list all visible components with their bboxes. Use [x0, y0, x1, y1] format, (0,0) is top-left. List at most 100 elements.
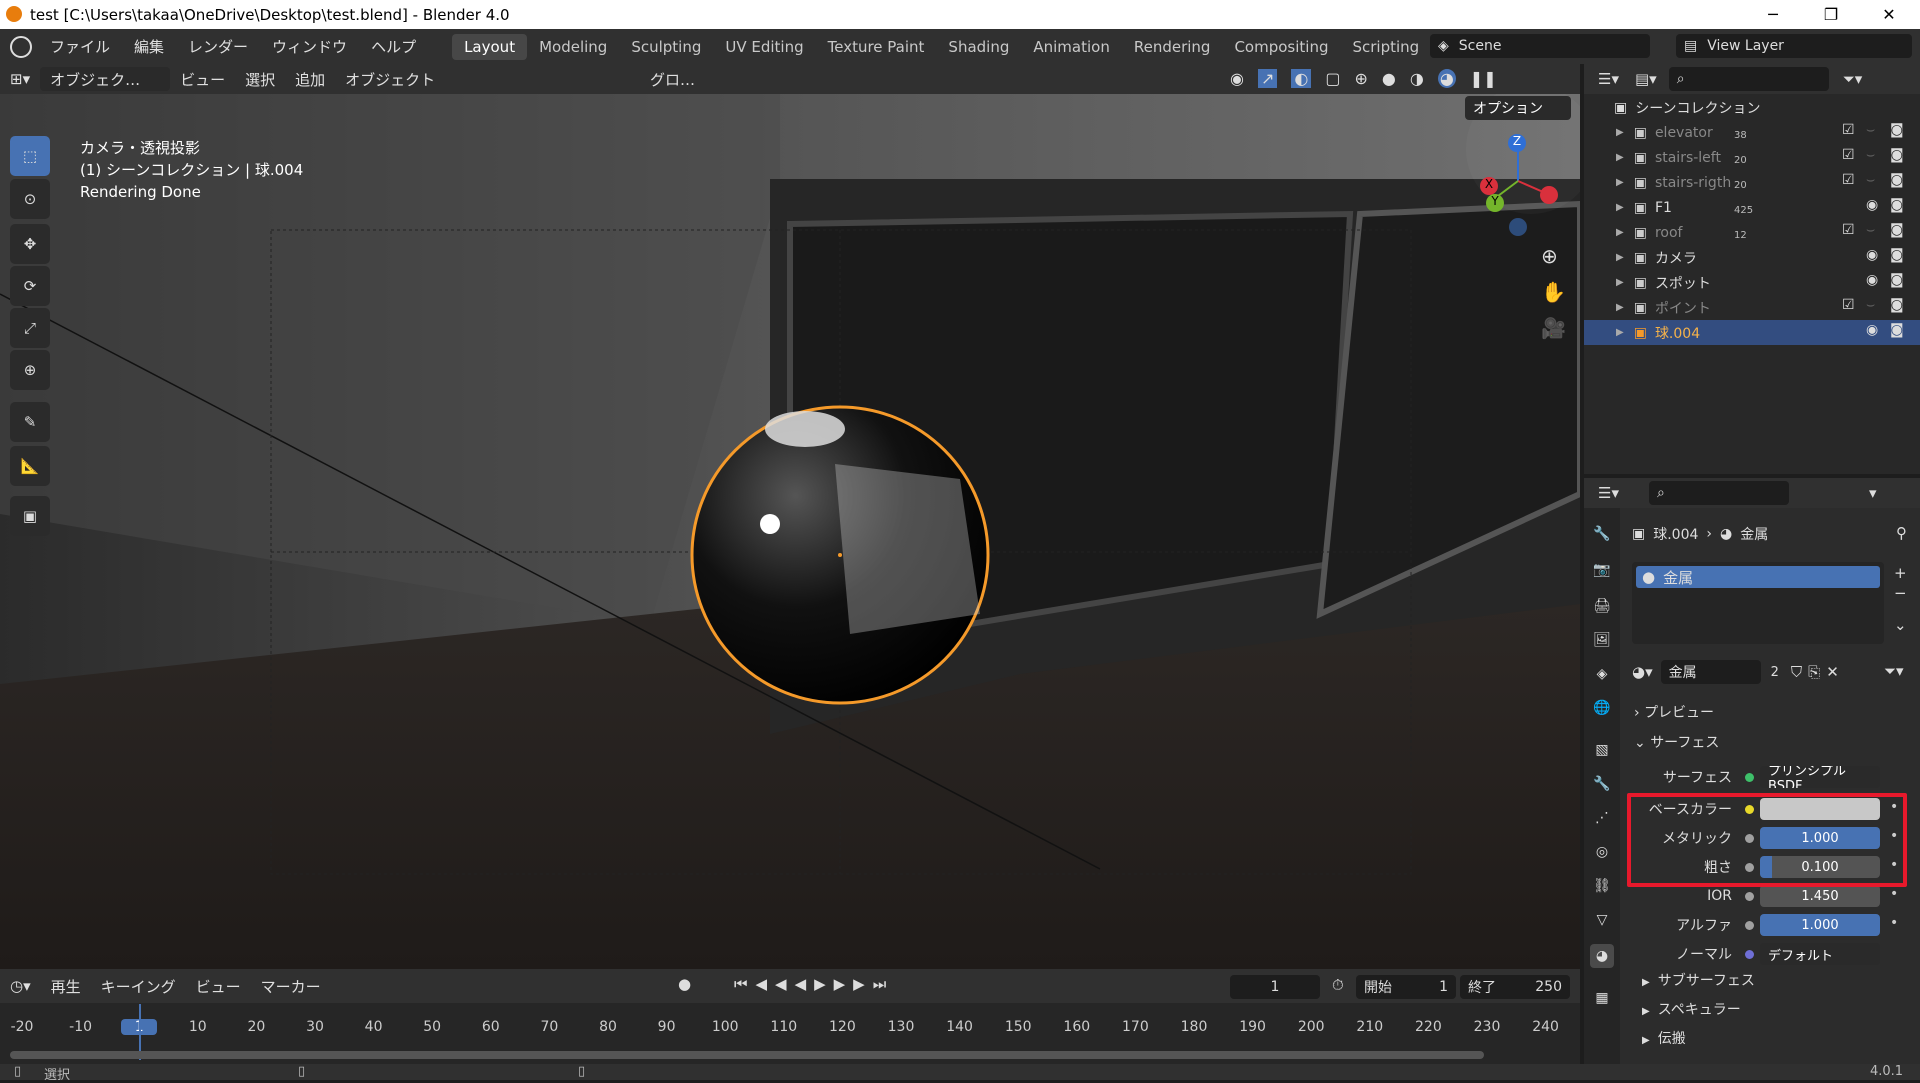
outliner-row[interactable]: ▶ ▣ elevator 38 ☑ ⌣ ◙ — [1584, 120, 1920, 145]
properties-search-input[interactable]: ⌕ — [1648, 481, 1789, 505]
subsection-header[interactable]: ▶ サブサーフェス — [1642, 970, 1755, 990]
render-camera-icon[interactable]: ◙ — [1890, 122, 1904, 138]
eye-icon[interactable]: ⌣ — [1866, 122, 1875, 138]
render-camera-icon[interactable]: ◙ — [1890, 197, 1904, 213]
checkbox-icon[interactable]: ☑ — [1842, 297, 1855, 313]
eye-icon[interactable]: ⌣ — [1866, 222, 1875, 238]
close-button[interactable]: ✕ — [1860, 0, 1918, 29]
material-datablock[interactable]: ◕▾ 金属 2 ⛉ ⎘ ✕ — [1632, 660, 1876, 684]
render-camera-icon[interactable]: ◙ — [1890, 172, 1904, 188]
xray-icon[interactable]: ▢ — [1325, 69, 1340, 88]
render-camera-icon[interactable]: ◙ — [1890, 297, 1904, 313]
property-slider[interactable]: 1.000 — [1760, 914, 1880, 936]
render-camera-icon[interactable]: ◙ — [1890, 322, 1904, 338]
editor-type-icon[interactable]: ⊞▾ — [0, 70, 40, 88]
keyframe-dot-icon[interactable]: • — [1890, 886, 1898, 902]
surface-shader-dropdown[interactable]: プリンシプルBSDF — [1760, 766, 1880, 788]
scene-collection-row[interactable]: ▣ シーンコレクション — [1584, 95, 1920, 120]
cursor-tool-icon[interactable]: ⊙ — [10, 179, 50, 219]
keyframe-dot-icon[interactable]: • — [1890, 915, 1898, 931]
select-box-tool-icon[interactable]: ⬚ — [10, 136, 50, 176]
outliner-row[interactable]: ▶ ▣ ポイント ☑ ⌣ ◙ — [1584, 295, 1920, 320]
fake-user-icon[interactable]: ⛉ — [1791, 663, 1802, 681]
menu-file[interactable]: ファイル — [38, 36, 122, 57]
marker-menu[interactable]: マーカー — [251, 976, 331, 997]
checkbox-icon[interactable]: ☑ — [1842, 172, 1855, 188]
mode-dropdown[interactable]: オブジェク… — [40, 67, 171, 91]
checkbox-icon[interactable]: ☑ — [1842, 122, 1855, 138]
socket-icon[interactable] — [1745, 949, 1754, 959]
duplicate-material-icon[interactable]: ⎘ — [1808, 663, 1820, 681]
collapse-icon[interactable]: ▾ — [1869, 484, 1877, 502]
menu-select[interactable]: 選択 — [235, 69, 285, 90]
object-tab-icon[interactable]: ▧ — [1590, 738, 1614, 762]
outliner-row[interactable]: ▶ ▣ 球.004 ☑ ◉ ◙ — [1584, 320, 1920, 345]
wireframe-shading-icon[interactable]: ⊕ — [1354, 69, 1367, 88]
unlink-material-icon[interactable]: ✕ — [1826, 663, 1839, 681]
menu-view[interactable]: ビュー — [170, 69, 235, 90]
add-cube-tool-icon[interactable]: ▣ — [10, 496, 50, 536]
visibility-icon[interactable]: ◉ — [1230, 69, 1244, 88]
start-frame-field[interactable]: 開始 1 — [1356, 975, 1456, 999]
gizmo-neg-z-axis[interactable] — [1509, 218, 1527, 236]
preview-panel-header[interactable]: › プレビュー — [1634, 702, 1714, 722]
eye-icon[interactable]: ◉ — [1866, 197, 1878, 213]
outliner-row[interactable]: ▶ ▣ カメラ ☑ ◉ ◙ — [1584, 245, 1920, 270]
timeline-view-menu[interactable]: ビュー — [186, 976, 251, 997]
view-layer-selector[interactable]: ▤ View Layer — [1676, 34, 1912, 58]
shader-socket-icon[interactable] — [1745, 772, 1754, 782]
world-tab-icon[interactable]: 🌐 — [1590, 696, 1614, 720]
material-name-field[interactable]: 金属 — [1660, 660, 1761, 684]
pan-hand-icon[interactable]: ✋ — [1541, 280, 1566, 304]
expand-arrow-icon[interactable]: ▶ — [1616, 127, 1624, 138]
transform-tool-icon[interactable]: ⊕ — [10, 350, 50, 390]
render-camera-icon[interactable]: ◙ — [1890, 222, 1904, 238]
tab-texture-paint[interactable]: Texture Paint — [816, 34, 937, 60]
gizmo-z-axis[interactable]: Z — [1508, 134, 1526, 152]
outliner-row[interactable]: ▶ ▣ roof 12 ☑ ⌣ ◙ — [1584, 220, 1920, 245]
expand-arrow-icon[interactable]: ▶ — [1616, 252, 1624, 263]
property-slider[interactable]: 1.450 — [1760, 885, 1880, 907]
menu-add[interactable]: 追加 — [285, 69, 335, 90]
checkbox-icon[interactable]: ☑ — [1842, 322, 1855, 338]
tab-layout[interactable]: Layout — [452, 33, 528, 60]
playback-menu[interactable]: 再生 — [41, 976, 91, 997]
menu-render[interactable]: レンダー — [176, 36, 260, 57]
outliner-row[interactable]: ▶ ▣ F1 425 ☑ ◉ ◙ — [1584, 195, 1920, 220]
tool-tab-icon[interactable]: 🔧 — [1590, 522, 1614, 546]
add-slot-icon[interactable]: + — [1894, 564, 1907, 582]
end-frame-field[interactable]: 終了 250 — [1460, 975, 1570, 999]
scene-selector[interactable]: ◈ Scene — [1430, 34, 1650, 58]
expand-arrow-icon[interactable]: ▶ — [1616, 202, 1624, 213]
eye-icon[interactable]: ⌣ — [1866, 172, 1875, 188]
eye-icon[interactable]: ⌣ — [1866, 147, 1875, 163]
expand-arrow-icon[interactable]: ▶ — [1616, 177, 1624, 188]
menu-help[interactable]: ヘルプ — [359, 36, 428, 57]
checkbox-icon[interactable]: ☑ — [1842, 272, 1855, 288]
minimize-button[interactable]: ─ — [1744, 0, 1802, 29]
checkbox-icon[interactable]: ☑ — [1842, 222, 1855, 238]
menu-edit[interactable]: 編集 — [122, 36, 176, 57]
transform-orientation-dropdown[interactable]: グロ… — [640, 69, 705, 90]
eye-icon[interactable]: ◉ — [1866, 272, 1878, 288]
solid-shading-icon[interactable]: ● — [1382, 69, 1396, 88]
gizmo-neg-x-axis[interactable] — [1540, 186, 1558, 204]
tab-sculpting[interactable]: Sculpting — [619, 34, 713, 60]
display-mode-icon[interactable]: ▤▾ — [1635, 70, 1657, 88]
render-camera-icon[interactable]: ◙ — [1890, 147, 1904, 163]
expand-arrow-icon[interactable]: ▶ — [1616, 152, 1624, 163]
timeline-editor-icon[interactable]: ◷▾ — [0, 977, 41, 995]
tab-animation[interactable]: Animation — [1021, 34, 1121, 60]
material-browse-icon[interactable]: ◕▾ — [1632, 663, 1653, 681]
outliner-row[interactable]: ▶ ▣ stairs-rigth 20 ☑ ⌣ ◙ — [1584, 170, 1920, 195]
gizmo-toggle-icon[interactable]: ↗ — [1257, 69, 1278, 88]
filter-icon[interactable]: ⏷▾ — [1843, 70, 1863, 88]
checkbox-icon[interactable]: ☑ — [1842, 197, 1855, 213]
property-dropdown[interactable]: デフォルト — [1760, 943, 1880, 965]
keying-menu[interactable]: キーイング — [91, 976, 186, 997]
view-layer-tab-icon[interactable]: 🖼 — [1590, 628, 1614, 652]
outliner-editor-icon[interactable]: ☰▾ — [1598, 70, 1619, 88]
3d-viewport[interactable]: カメラ・透視投影 (1) シーンコレクション | 球.004 Rendering… — [0, 94, 1580, 969]
material-shading-icon[interactable]: ◑ — [1410, 69, 1424, 88]
slot-menu-icon[interactable]: ⌄ — [1894, 616, 1907, 634]
